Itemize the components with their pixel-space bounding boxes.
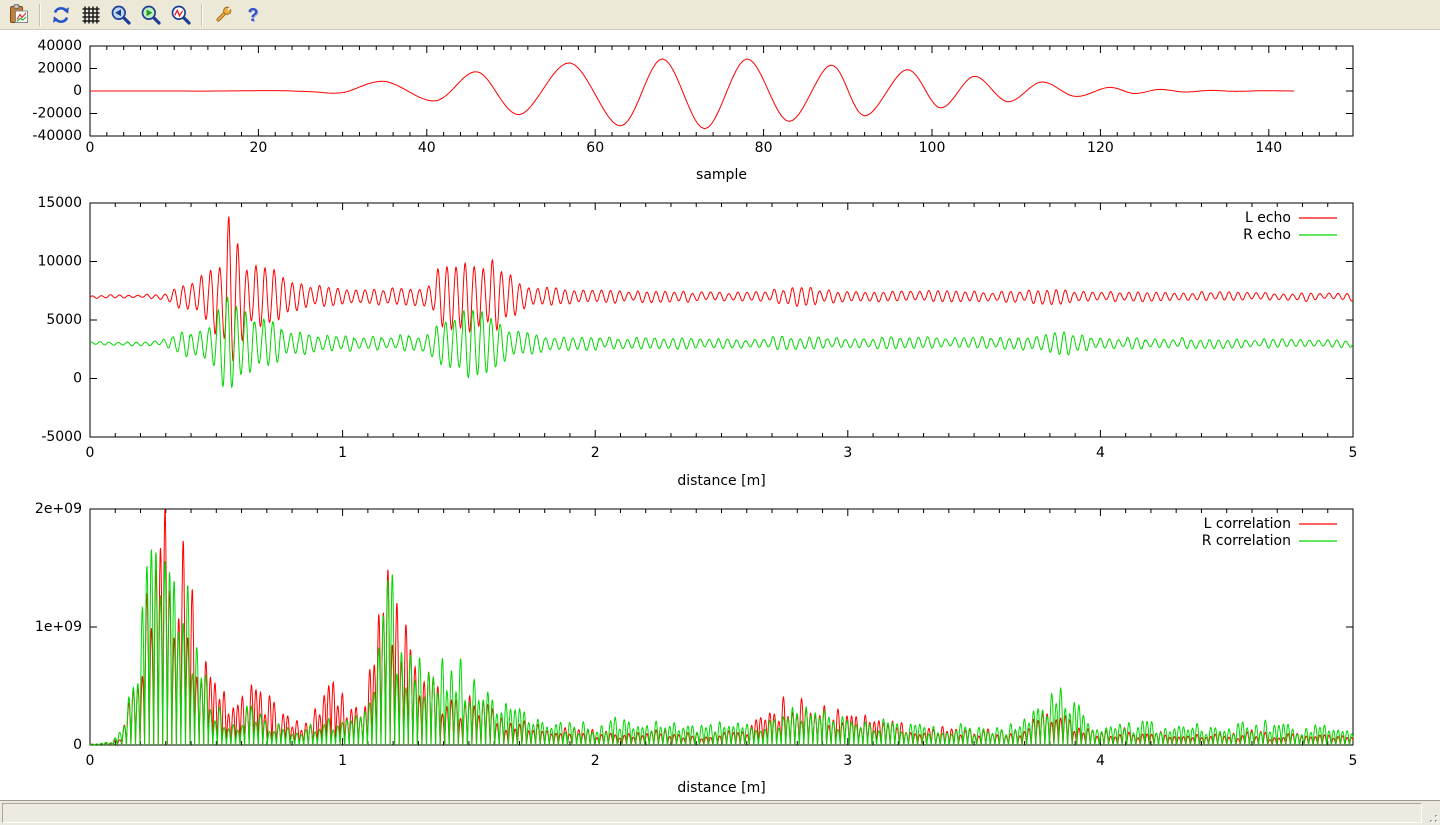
y-tick-label: 0 (73, 371, 82, 387)
x-tick-label: 3 (843, 445, 852, 461)
zoom-previous-button[interactable] (107, 2, 135, 28)
toolbar-separator (39, 4, 41, 26)
x-tick-label: 120 (1087, 140, 1114, 156)
help-icon: ? (248, 6, 259, 24)
configure-button[interactable] (209, 2, 237, 28)
x-tick-label: 0 (86, 753, 95, 769)
toggle-grid-button[interactable] (77, 2, 105, 28)
x-tick-label: 0 (86, 140, 95, 156)
x-axis-label: distance [m] (677, 780, 765, 796)
y-tick-label: 40000 (37, 38, 82, 54)
toolbar: ? (0, 0, 1440, 30)
x-tick-label: 1 (338, 753, 347, 769)
x-tick-label: 40 (418, 140, 436, 156)
x-axis-label: distance [m] (677, 473, 765, 489)
zoom-next-icon (140, 4, 162, 26)
y-tick-label: 10000 (37, 254, 82, 270)
resize-grip[interactable] (1426, 811, 1439, 824)
zoom-next-button[interactable] (137, 2, 165, 28)
x-tick-label: 4 (1096, 753, 1105, 769)
x-tick-label: 20 (249, 140, 267, 156)
series-pulse (90, 59, 1294, 129)
zoom-previous-icon (110, 4, 132, 26)
x-tick-label: 1 (338, 445, 347, 461)
y-tick-label: 1e+09 (35, 619, 82, 635)
echo-plot-canvas[interactable]: 012345-5000050001000015000distance [m]L … (0, 192, 1440, 500)
legend-label: L correlation (1204, 516, 1291, 532)
legend-label: L echo (1245, 210, 1291, 226)
x-tick-label: 140 (1255, 140, 1282, 156)
x-tick-label: 100 (919, 140, 946, 156)
x-tick-label: 3 (843, 753, 852, 769)
plot-area: 020406080100120140-40000-200000200004000… (0, 31, 1440, 800)
grid-icon (80, 4, 102, 26)
x-axis-label: sample (696, 167, 747, 183)
y-tick-label: 20000 (37, 61, 82, 77)
y-tick-label: -5000 (41, 429, 82, 445)
plot-frame (90, 509, 1353, 745)
x-tick-label: 5 (1349, 753, 1358, 769)
copy-to-clipboard-button[interactable] (5, 2, 33, 28)
series-l-correlation (90, 509, 1353, 745)
clipboard-chart-icon (8, 4, 30, 26)
x-tick-label: 2 (591, 753, 600, 769)
x-tick-label: 60 (586, 140, 604, 156)
y-tick-label: -40000 (32, 128, 82, 144)
x-tick-label: 4 (1096, 445, 1105, 461)
correlation-plot-canvas[interactable]: 0 1 2 3 4 5 0 1e+09 2e+09 distance [m] L correlati… (0, 500, 1440, 800)
y-tick-label: 0 (73, 737, 82, 753)
toolbar-separator (201, 4, 203, 26)
replot-button[interactable] (47, 2, 75, 28)
legend-label: R correlation (1202, 533, 1291, 549)
y-tick-label: -20000 (32, 106, 82, 122)
gnuplot-window: ? 020406080100120140-40000-2000002000040… (0, 0, 1440, 825)
replot-refresh-icon (50, 4, 72, 26)
wrench-icon (212, 4, 234, 26)
zoom-autoscale-icon (170, 4, 192, 26)
x-tick-label: 0 (86, 445, 95, 461)
y-tick-label: 0 (73, 83, 82, 99)
series-r-correlation (90, 550, 1353, 745)
status-message (2, 803, 1422, 823)
autoscale-button[interactable] (167, 2, 195, 28)
help-button[interactable]: ? (239, 2, 267, 28)
x-tick-label: 80 (755, 140, 773, 156)
x-tick-label: 5 (1349, 445, 1358, 461)
plot-frame (90, 203, 1353, 437)
y-tick-label: 2e+09 (35, 501, 82, 517)
x-tick-label: 2 (591, 445, 600, 461)
status-bar (0, 800, 1440, 825)
legend-label: R echo (1243, 227, 1291, 243)
pulse-plot-canvas[interactable]: 0 20 40 60 80 100 120 140 -40000 -20000 0 20000 4000… (0, 31, 1440, 192)
series-r-echo (90, 297, 1353, 387)
y-tick-label: 5000 (46, 312, 82, 328)
y-tick-label: 15000 (37, 195, 82, 211)
